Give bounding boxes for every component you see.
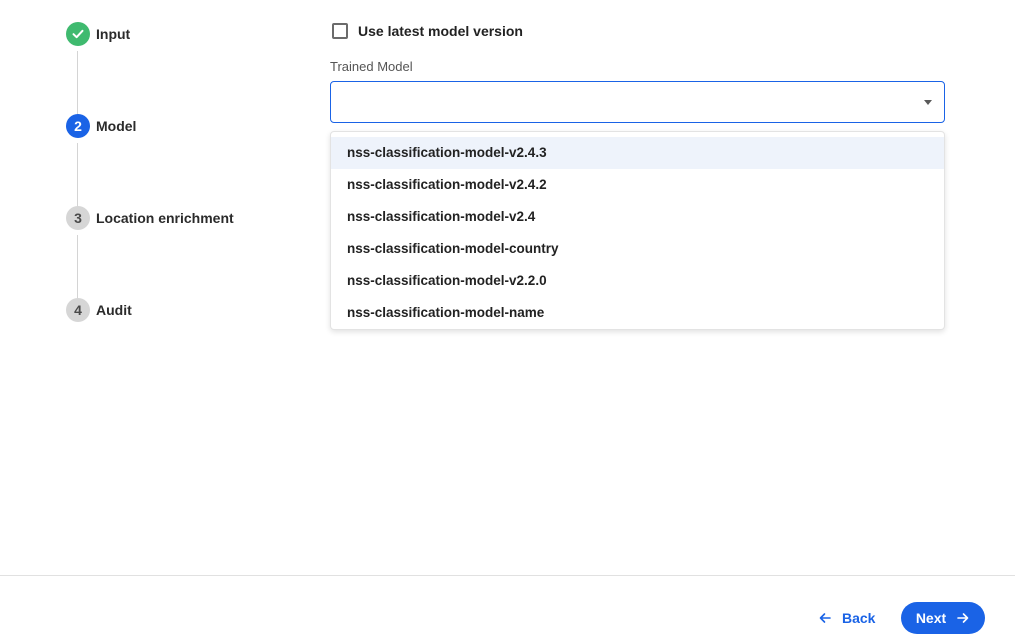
step-model[interactable]: 2 Model (66, 114, 136, 138)
arrow-right-icon (957, 613, 969, 623)
use-latest-model-row[interactable]: Use latest model version (332, 22, 523, 40)
next-button[interactable]: Next (901, 602, 985, 634)
step-label: Location enrichment (96, 210, 234, 226)
wizard-page: Input 2 Model 3 Location enrichment 4 Au… (0, 0, 1015, 640)
next-button-label: Next (915, 610, 947, 626)
step-audit[interactable]: 4 Audit (66, 298, 132, 322)
step-location-enrichment[interactable]: 3 Location enrichment (66, 206, 234, 230)
dropdown-option[interactable]: nss-classification-model-name (331, 297, 944, 329)
dropdown-option[interactable]: nss-classification-model-v2.2.0 (331, 265, 944, 297)
trained-model-select[interactable] (330, 81, 945, 123)
footer-divider (0, 575, 1015, 576)
step-done-badge (66, 22, 90, 46)
caret-down-icon[interactable] (924, 100, 932, 105)
use-latest-model-checkbox[interactable] (332, 23, 348, 39)
dropdown-option[interactable]: nss-classification-model-v2.4.2 (331, 169, 944, 201)
back-button[interactable]: Back (810, 602, 883, 634)
dropdown-option[interactable]: nss-classification-model-v2.4 (331, 201, 944, 233)
back-button-label: Back (842, 610, 876, 626)
check-icon (72, 29, 84, 39)
dropdown-option[interactable]: nss-classification-model-v2.4.3 (331, 137, 944, 169)
trained-model-label: Trained Model (330, 59, 413, 74)
step-number: 4 (66, 298, 90, 322)
dropdown-option[interactable]: nss-classification-model-country (331, 233, 944, 265)
arrow-left-icon (819, 613, 831, 623)
use-latest-model-label: Use latest model version (358, 23, 523, 39)
step-input[interactable]: Input (66, 22, 130, 46)
step-label: Input (96, 26, 131, 42)
step-number: 3 (66, 206, 90, 230)
step-label: Model (96, 118, 137, 134)
step-number: 2 (66, 114, 90, 138)
trained-model-dropdown: nss-classification-model-v2.4.3 nss-clas… (330, 131, 945, 330)
step-label: Audit (96, 302, 132, 318)
